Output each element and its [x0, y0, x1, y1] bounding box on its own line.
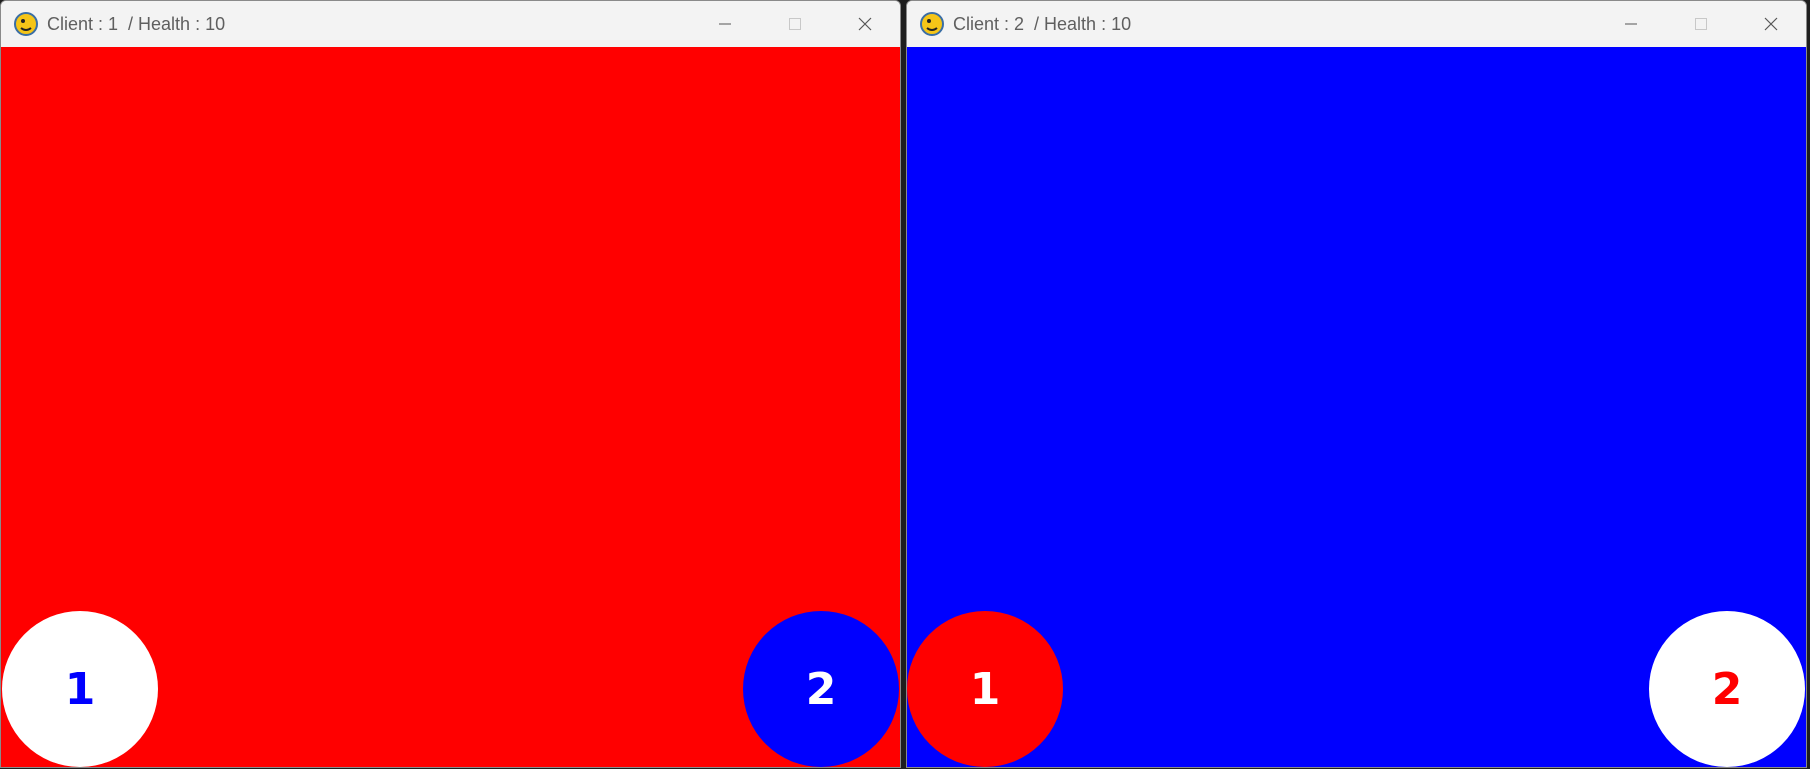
- maximize-button[interactable]: [760, 1, 830, 47]
- title-bar[interactable]: Client : 1 / Health : 10: [1, 1, 900, 47]
- player-1-label: 1: [64, 663, 96, 715]
- player-2-label: 2: [805, 663, 837, 715]
- player-1-circle: 1: [907, 611, 1063, 767]
- client-1-window: Client : 1 / Health : 10 1 2: [0, 0, 901, 768]
- minimize-button[interactable]: [690, 1, 760, 47]
- maximize-icon: [789, 18, 801, 30]
- player-2-circle: 2: [743, 611, 899, 767]
- maximize-icon: [1695, 18, 1707, 30]
- minimize-icon: [719, 23, 731, 25]
- window-controls: [1596, 1, 1806, 47]
- close-button[interactable]: [1736, 1, 1806, 47]
- window-controls: [690, 1, 900, 47]
- close-button[interactable]: [830, 1, 900, 47]
- player-2-label: 2: [1711, 663, 1743, 715]
- maximize-button[interactable]: [1666, 1, 1736, 47]
- minimize-icon: [1625, 23, 1637, 25]
- player-1-circle: 1: [2, 611, 158, 767]
- window-title: Client : 1 / Health : 10: [47, 13, 226, 34]
- player-1-label: 1: [969, 663, 1001, 715]
- minimize-button[interactable]: [1596, 1, 1666, 47]
- game-canvas[interactable]: 1 2: [1, 47, 900, 767]
- player-2-circle: 2: [1649, 611, 1805, 767]
- client-2-window: Client : 2 / Health : 10 1 2: [906, 0, 1807, 768]
- close-icon: [1764, 17, 1778, 31]
- pygame-snake-icon: [14, 12, 38, 36]
- game-canvas[interactable]: 1 2: [907, 47, 1806, 767]
- window-title: Client : 2 / Health : 10: [953, 13, 1132, 34]
- title-bar[interactable]: Client : 2 / Health : 10: [907, 1, 1806, 47]
- pygame-snake-icon: [920, 12, 944, 36]
- close-icon: [858, 17, 872, 31]
